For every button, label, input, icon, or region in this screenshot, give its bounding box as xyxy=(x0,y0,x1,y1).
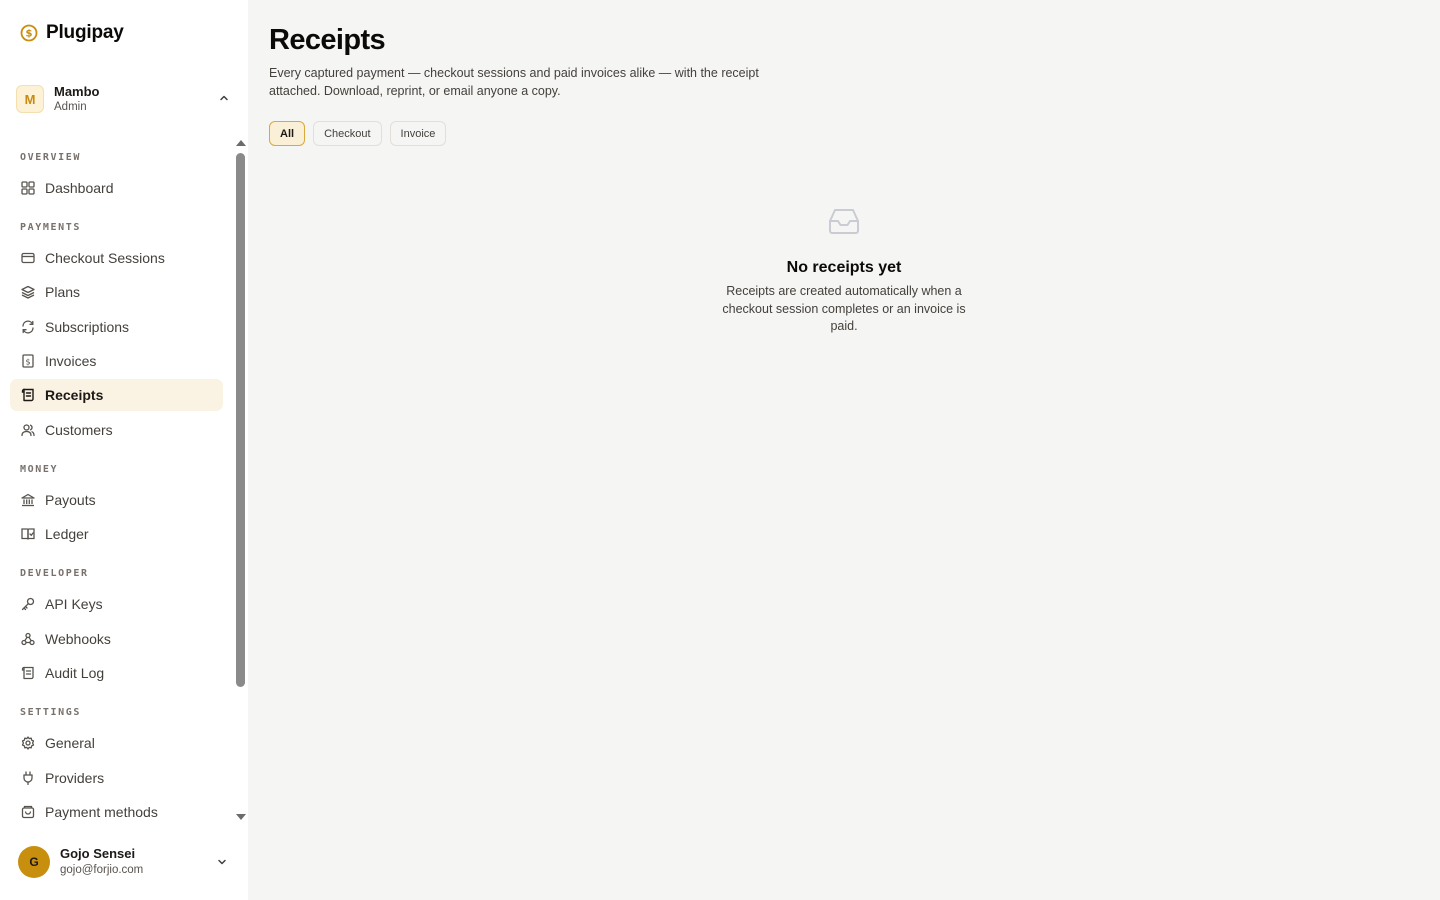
invoice-icon: $ xyxy=(20,354,35,369)
sidebar-item-label: Customers xyxy=(45,422,113,438)
sidebar-item-audit-log[interactable]: Audit Log xyxy=(10,657,223,689)
sidebar-nav: OVERVIEW Dashboard PAYMENTS Checkout Ses… xyxy=(0,138,234,824)
svg-text:$: $ xyxy=(25,357,30,366)
sidebar-item-label: General xyxy=(45,735,95,751)
sidebar-item-label: Audit Log xyxy=(45,665,105,681)
sidebar-item-plans[interactable]: Plans xyxy=(10,276,223,308)
page-description: Every captured payment — checkout sessio… xyxy=(269,66,759,98)
sidebar-item-label: Plans xyxy=(45,284,81,300)
gear-icon xyxy=(20,736,35,751)
sidebar-item-label: Webhooks xyxy=(45,631,111,647)
nav-section-money: MONEY xyxy=(20,464,59,475)
nav-section-payments: PAYMENTS xyxy=(20,222,81,233)
workspace-switcher[interactable]: M Mambo Admin xyxy=(16,84,234,114)
dollar-coin-icon: $ xyxy=(20,24,38,42)
layers-icon xyxy=(20,285,35,300)
grid-icon xyxy=(20,181,35,196)
sidebar-item-receipts[interactable]: Receipts xyxy=(10,379,223,411)
receipt-icon xyxy=(20,388,35,403)
sidebar-item-webhooks[interactable]: Webhooks xyxy=(10,623,223,655)
credit-card-icon xyxy=(20,251,35,266)
sidebar-item-label: Checkout Sessions xyxy=(45,250,165,266)
brand-name: Plugipay xyxy=(46,22,124,43)
wallet-icon xyxy=(20,805,35,820)
sidebar-item-invoices[interactable]: $ Invoices xyxy=(10,345,223,377)
chevron-up-icon xyxy=(220,95,228,101)
workspace-role: Admin xyxy=(54,100,87,113)
sidebar-item-label: Invoices xyxy=(45,353,97,369)
brand[interactable]: $ Plugipay xyxy=(20,22,124,44)
empty-state-title: No receipts yet xyxy=(786,259,902,276)
sidebar: $ Plugipay M Mambo Admin OVERVIEW Dashbo… xyxy=(0,0,248,900)
inbox-icon xyxy=(829,209,859,234)
filter-invoice-button[interactable]: Invoice xyxy=(389,121,447,146)
sidebar-item-subscriptions[interactable]: Subscriptions xyxy=(10,311,223,343)
sidebar-item-checkout-sessions[interactable]: Checkout Sessions xyxy=(10,242,223,274)
chevron-down-icon xyxy=(218,859,226,865)
scroll-icon xyxy=(20,666,35,681)
user-name: Gojo Sensei xyxy=(60,846,136,861)
refresh-icon xyxy=(20,320,35,335)
sidebar-item-payment-methods[interactable]: Payment methods xyxy=(10,796,223,824)
sidebar-item-label: Subscriptions xyxy=(45,319,130,335)
sidebar-item-label: Receipts xyxy=(45,387,104,403)
sidebar-item-dashboard[interactable]: Dashboard xyxy=(10,172,223,204)
key-icon xyxy=(20,597,35,612)
sidebar-item-ledger[interactable]: Ledger xyxy=(10,518,223,550)
users-icon xyxy=(20,423,35,438)
workspace-avatar: M xyxy=(16,85,44,113)
book-icon xyxy=(20,527,35,542)
sidebar-item-label: Ledger xyxy=(45,526,89,542)
sidebar-item-label: Dashboard xyxy=(45,180,114,196)
sidebar-scrollbar[interactable] xyxy=(234,138,248,824)
sidebar-item-label: Payment methods xyxy=(45,804,158,820)
bank-icon xyxy=(20,493,35,508)
filter-all-button[interactable]: All xyxy=(269,121,306,146)
scroll-up-arrow-icon[interactable] xyxy=(236,140,246,146)
empty-state: No receipts yet Receipts are created aut… xyxy=(694,205,994,336)
plug-icon xyxy=(20,771,35,786)
filter-checkout-button[interactable]: Checkout xyxy=(313,121,382,146)
empty-state-text: Receipts are created automatically when … xyxy=(722,284,966,333)
page-title: Receipts xyxy=(269,24,386,56)
main-content: Receipts Every captured payment — checko… xyxy=(248,0,1440,900)
sidebar-item-label: Payouts xyxy=(45,492,96,508)
sidebar-item-payouts[interactable]: Payouts xyxy=(10,484,223,516)
sidebar-item-label: Providers xyxy=(45,770,105,786)
user-email: gojo@forjio.com xyxy=(60,864,144,876)
avatar: G xyxy=(18,846,50,878)
sidebar-item-general[interactable]: General xyxy=(10,727,223,759)
scroll-down-arrow-icon[interactable] xyxy=(236,814,246,820)
workspace-name: Mambo xyxy=(54,83,100,99)
svg-text:$: $ xyxy=(26,29,33,40)
user-menu[interactable]: G Gojo Sensei gojo@forjio.com xyxy=(18,844,234,880)
sidebar-item-providers[interactable]: Providers xyxy=(10,762,223,794)
sidebar-item-customers[interactable]: Customers xyxy=(10,414,223,446)
nav-section-overview: OVERVIEW xyxy=(20,152,81,163)
webhook-icon xyxy=(20,632,35,647)
filter-tabs: All Checkout Invoice xyxy=(269,121,447,146)
nav-section-settings: SETTINGS xyxy=(20,707,81,718)
nav-section-developer: DEVELOPER xyxy=(20,568,89,579)
sidebar-item-api-keys[interactable]: API Keys xyxy=(10,588,223,620)
sidebar-item-label: API Keys xyxy=(45,596,103,612)
scrollbar-thumb[interactable] xyxy=(236,153,245,687)
